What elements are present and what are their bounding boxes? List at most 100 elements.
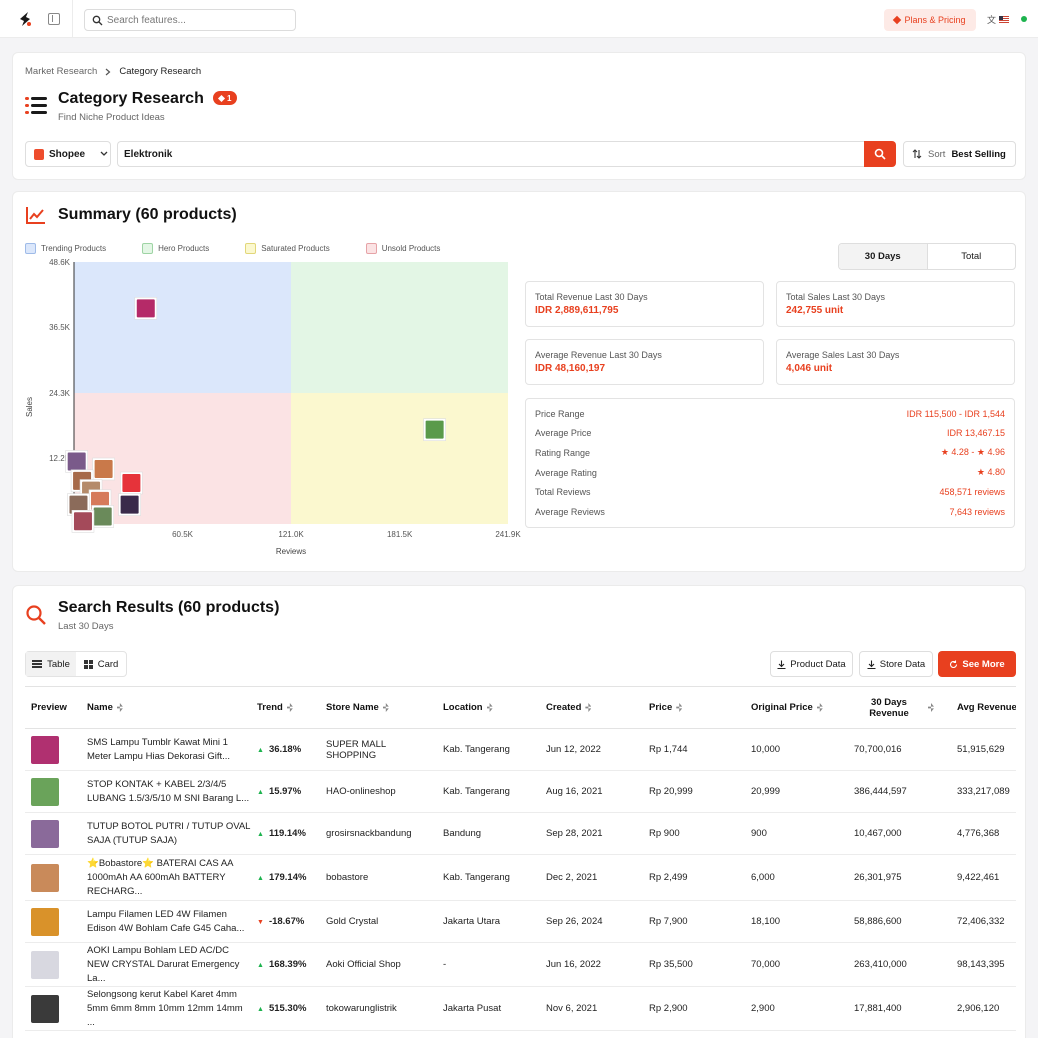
stat-label: Average Revenue Last 30 Days [535, 350, 662, 360]
column-avg-revenue[interactable]: Avg Revenue [951, 686, 1016, 729]
product-name[interactable]: ⭐Bobastore⭐ BATERAI CAS AA 1000mAh AA 60… [87, 857, 251, 899]
name-cell[interactable]: TUTUP BOTOL PUTRI / TUTUP OVAL SAJA (TUT… [81, 812, 251, 855]
product-name[interactable]: TUTUP BOTOL PUTRI / TUTUP OVAL SAJA (TUT… [87, 820, 251, 848]
revenue-cell: 263,410,000 [848, 942, 951, 987]
y-tick-label: 48.6K [49, 258, 71, 267]
platform-select[interactable]: Shopee [25, 141, 111, 167]
preview-cell[interactable] [25, 812, 81, 855]
plans-pricing-button[interactable]: Plans & Pricing [884, 9, 976, 31]
sort-select[interactable]: Sort Best Selling [903, 141, 1016, 167]
app-logo-icon[interactable] [16, 10, 34, 28]
preview-cell[interactable] [25, 854, 81, 901]
card-view-button[interactable]: Card [76, 652, 126, 676]
product-thumbnail[interactable] [31, 907, 59, 936]
column-created[interactable]: Created [540, 686, 643, 729]
table-row[interactable]: TUTUP BOTOL PUTRI / TUTUP OVAL SAJA (TUT… [25, 812, 1016, 855]
table-row[interactable]: SMS Lampu Tumblr Kawat Mini 1 Meter Lamp… [25, 728, 1016, 771]
trend-value: 179.14% [268, 872, 307, 883]
table-row[interactable]: Lampu Filamen LED 4W Filamen Edison 4W B… [25, 900, 1016, 943]
sort-icon [585, 702, 592, 712]
breadcrumb: Market Research Category Research [25, 66, 201, 77]
trend-cell: ▼ -18.67% [251, 900, 320, 943]
preview-cell[interactable] [25, 770, 81, 813]
tab-total[interactable]: Total [928, 244, 1016, 269]
revenue-cell: 26,301,975 [848, 854, 951, 901]
product-thumbnail[interactable] [31, 863, 59, 892]
name-cell[interactable]: ⭐Bobastore⭐ BATERAI CAS AA 1000mAh AA 60… [81, 854, 251, 901]
search-icon [92, 15, 103, 26]
table-row[interactable]: AOKI Lampu Bohlam LED AC/DC NEW CRYSTAL … [25, 942, 1016, 987]
product-name[interactable]: SMS Lampu Tumblr Kawat Mini 1 Meter Lamp… [87, 736, 251, 764]
store-cell[interactable]: Gold Crystal [320, 900, 437, 943]
table-row[interactable]: ⭐Bobastore⭐ BATERAI CAS AA 1000mAh AA 60… [25, 854, 1016, 901]
triangle-up-icon: ▲ [257, 747, 264, 754]
price-cell: Rp 7,900 [643, 900, 745, 943]
header-card: Market Research Category Research Catego… [12, 52, 1026, 180]
store-cell[interactable]: Aoki Official Shop [320, 942, 437, 987]
product-name[interactable]: AOKI Lampu Bohlam LED AC/DC NEW CRYSTAL … [87, 944, 251, 986]
column-price[interactable]: Price [643, 686, 745, 729]
legend-label: Saturated Products [261, 244, 330, 253]
product-name[interactable]: Selongsong kerut Kabel Karet 4mm 5mm 6mm… [87, 988, 251, 1030]
column-location[interactable]: Location [437, 686, 540, 729]
notification-badge[interactable]: 1 [213, 91, 238, 105]
store-cell[interactable]: HAO-onlineshop [320, 770, 437, 813]
store-cell[interactable]: SUPER MALL SHOPPING [320, 728, 437, 771]
name-cell[interactable]: Selongsong kerut Kabel Karet 4mm 5mm 6mm… [81, 986, 251, 1031]
tab-30-days[interactable]: 30 Days [839, 244, 928, 269]
table-view-button[interactable]: Table [26, 652, 76, 676]
feature-search[interactable] [84, 9, 296, 31]
detail-value: 7,643 reviews [949, 506, 1005, 517]
breadcrumb-market-research[interactable]: Market Research [25, 66, 97, 77]
original-price-cell: 18,100 [745, 900, 848, 943]
see-more-button[interactable]: See More [938, 651, 1016, 677]
detail-value: IDR 115,500 - IDR 1,544 [906, 408, 1005, 419]
column-store-name[interactable]: Store Name [320, 686, 437, 729]
table-row[interactable]: Selongsong kerut Kabel Karet 4mm 5mm 6mm… [25, 986, 1016, 1031]
sort-icon [928, 703, 934, 712]
product-name[interactable]: STOP KONTAK + KABEL 2/3/4/5 LUBANG 1.5/3… [87, 778, 251, 806]
search-input[interactable] [107, 12, 292, 28]
name-cell[interactable]: AOKI Lampu Bohlam LED AC/DC NEW CRYSTAL … [81, 942, 251, 987]
legend-saturated[interactable]: Saturated Products [245, 243, 330, 254]
table-row[interactable]: STOP KONTAK + KABEL 2/3/4/5 LUBANG 1.5/3… [25, 770, 1016, 813]
product-thumbnail[interactable] [31, 994, 59, 1023]
store-data-button[interactable]: Store Data [859, 651, 933, 677]
product-thumbnail[interactable] [31, 819, 59, 848]
avg-revenue-cell: 9,422,461 [951, 854, 1016, 901]
trend-value: 15.97% [268, 786, 302, 797]
column-trend[interactable]: Trend [251, 686, 320, 729]
name-cell[interactable]: Lampu Filamen LED 4W Filamen Edison 4W B… [81, 900, 251, 943]
store-cell[interactable]: bobastore [320, 854, 437, 901]
column-original-price[interactable]: Original Price [745, 686, 848, 729]
product-data-button[interactable]: Product Data [770, 651, 853, 677]
results-card: Search Results (60 products) Last 30 Day… [12, 585, 1026, 1038]
search-button[interactable] [864, 141, 896, 167]
preview-cell[interactable] [25, 728, 81, 771]
name-cell[interactable]: SMS Lampu Tumblr Kawat Mini 1 Meter Lamp… [81, 728, 251, 771]
product-thumbnail[interactable] [31, 777, 59, 806]
preview-cell[interactable] [25, 900, 81, 943]
preview-cell[interactable] [25, 986, 81, 1031]
product-thumbnail[interactable] [31, 950, 59, 979]
results-title: Search Results (60 products) [58, 599, 280, 616]
store-cell[interactable]: grosirsnackbandung [320, 812, 437, 855]
price-cell: Rp 2,499 [643, 854, 745, 901]
keyword-input[interactable]: Elektronik [117, 141, 865, 167]
detail-row: Average Price IDR 13,467.15 [535, 424, 1005, 444]
legend-swatch [25, 243, 36, 254]
legend-trending[interactable]: Trending Products [25, 243, 106, 254]
preview-cell[interactable] [25, 942, 81, 987]
legend-hero[interactable]: Hero Products [142, 243, 209, 254]
sidebar-toggle-icon[interactable] [48, 13, 60, 25]
column-30-days-revenue[interactable]: 30 Days Revenue [848, 686, 951, 729]
store-cell[interactable]: tokowarunglistrik [320, 986, 437, 1031]
language-switcher[interactable]: 文 [987, 13, 1010, 26]
product-name[interactable]: Lampu Filamen LED 4W Filamen Edison 4W B… [87, 908, 251, 936]
name-cell[interactable]: STOP KONTAK + KABEL 2/3/4/5 LUBANG 1.5/3… [81, 770, 251, 813]
product-thumbnail[interactable] [31, 735, 59, 764]
detail-row: Average Reviews 7,643 reviews [535, 502, 1005, 522]
legend-unsold[interactable]: Unsold Products [365, 243, 440, 254]
column-name[interactable]: Name [81, 686, 251, 729]
data-point [93, 507, 112, 526]
